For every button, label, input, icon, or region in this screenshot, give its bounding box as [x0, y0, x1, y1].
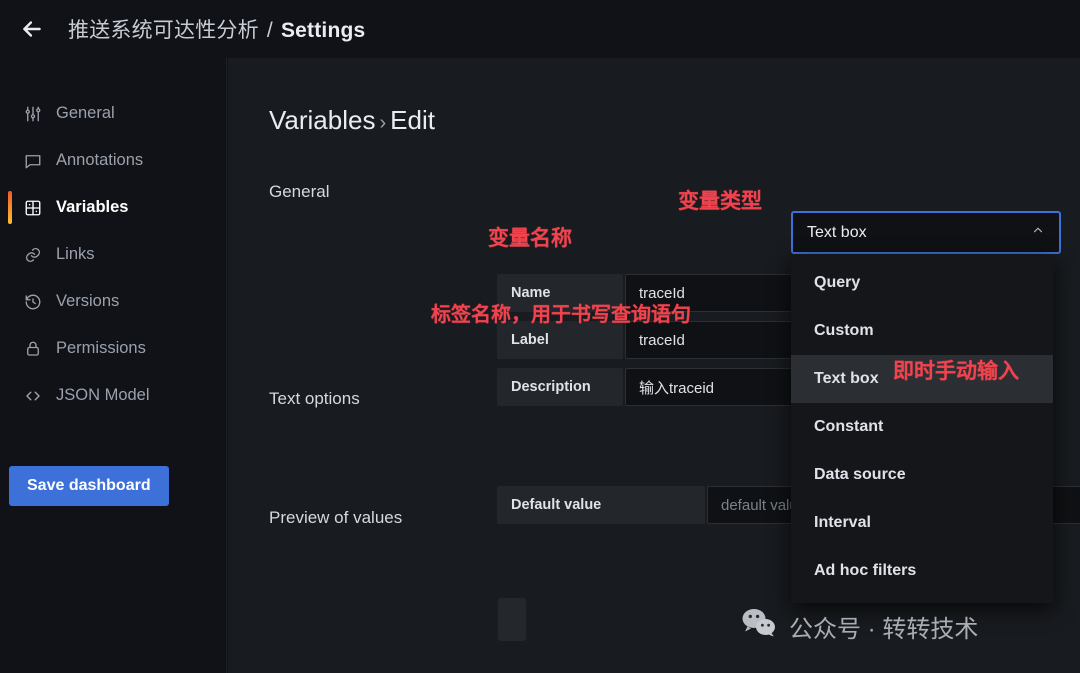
section-title-text-options: Text options — [269, 389, 360, 408]
sidebar-item-links[interactable]: Links — [0, 231, 226, 278]
breadcrumb: 推送系统可达性分析 / Settings — [68, 14, 365, 44]
annotation-variable-type: 变量类型 — [678, 190, 762, 213]
sidebar-item-versions[interactable]: Versions — [0, 278, 226, 325]
sidebar-item-annotations[interactable]: Annotations — [0, 137, 226, 184]
sidebar-item-json-model[interactable]: JSON Model — [0, 372, 226, 419]
section-title-preview: Preview of values — [269, 508, 403, 527]
page-title-separator: › — [379, 112, 387, 134]
chevron-up-icon — [1031, 223, 1045, 242]
page-title: Variables › Edit — [269, 105, 435, 136]
sidebar-item-general[interactable]: General — [0, 90, 226, 137]
sidebar-item-label: Variables — [56, 198, 129, 216]
dropdown-option-query[interactable]: Query — [791, 259, 1053, 307]
type-dropdown-control[interactable]: Text box — [791, 211, 1061, 254]
settings-page: 推送系统可达性分析 / Settings General Annotations… — [0, 0, 1080, 673]
top-bar: 推送系统可达性分析 / Settings — [0, 0, 1080, 58]
breadcrumb-leaf: Settings — [280, 19, 366, 42]
sidebar-nav: General Annotations Variables Links Vers… — [0, 58, 226, 419]
annotation-label-usage: 标签名称，用于书写查询语句 — [431, 304, 691, 326]
section-title-general: General — [269, 182, 330, 201]
dropdown-option-custom[interactable]: Custom — [791, 307, 1053, 355]
sliders-icon — [22, 103, 44, 125]
sidebar-item-permissions[interactable]: Permissions — [0, 325, 226, 372]
sidebar-item-variables[interactable]: Variables — [0, 184, 226, 231]
dropdown-option-interval[interactable]: Interval — [791, 499, 1053, 547]
wechat-watermark: 公众号 · 转转技术 — [742, 608, 978, 644]
page-title-root: Variables — [269, 105, 376, 135]
description-field-label: Description — [497, 368, 623, 406]
sidebar-item-label: Permissions — [56, 339, 146, 357]
breadcrumb-root[interactable]: 推送系统可达性分析 — [68, 19, 259, 42]
default-value-field-label: Default value — [497, 486, 705, 524]
sidebar-item-label: Links — [56, 245, 95, 263]
lock-icon — [22, 338, 44, 360]
dropdown-option-data-source[interactable]: Data source — [791, 451, 1053, 499]
code-icon — [22, 385, 44, 407]
history-icon — [22, 291, 44, 313]
settings-sidebar: General Annotations Variables Links Vers… — [0, 58, 227, 673]
type-dropdown: Text box Query Custom Text box Constant … — [791, 211, 1061, 603]
sidebar-item-label: General — [56, 104, 115, 122]
sidebar-item-label: JSON Model — [56, 386, 150, 404]
link-icon — [22, 244, 44, 266]
breadcrumb-separator: / — [266, 19, 273, 42]
wechat-watermark-text: 公众号 · 转转技术 — [789, 615, 979, 643]
annotation-textbox-manual-input: 即时手动输入 — [893, 360, 1019, 383]
page-title-leaf: Edit — [390, 105, 435, 135]
preview-value-chip — [498, 598, 526, 641]
type-dropdown-selected-value: Text box — [807, 223, 867, 241]
arrow-left-icon — [19, 16, 45, 42]
save-dashboard-button[interactable]: Save dashboard — [9, 466, 169, 506]
back-button[interactable] — [10, 7, 54, 51]
grid-cells-icon — [22, 197, 44, 219]
dropdown-option-constant[interactable]: Constant — [791, 403, 1053, 451]
dropdown-option-ad-hoc-filters[interactable]: Ad hoc filters — [791, 547, 1053, 595]
type-dropdown-menu: Query Custom Text box Constant Data sour… — [791, 255, 1053, 603]
comment-icon — [22, 150, 44, 172]
wechat-icon — [742, 608, 776, 644]
sidebar-item-label: Annotations — [56, 151, 144, 169]
annotation-variable-name: 变量名称 — [488, 227, 572, 250]
sidebar-item-label: Versions — [56, 292, 120, 310]
